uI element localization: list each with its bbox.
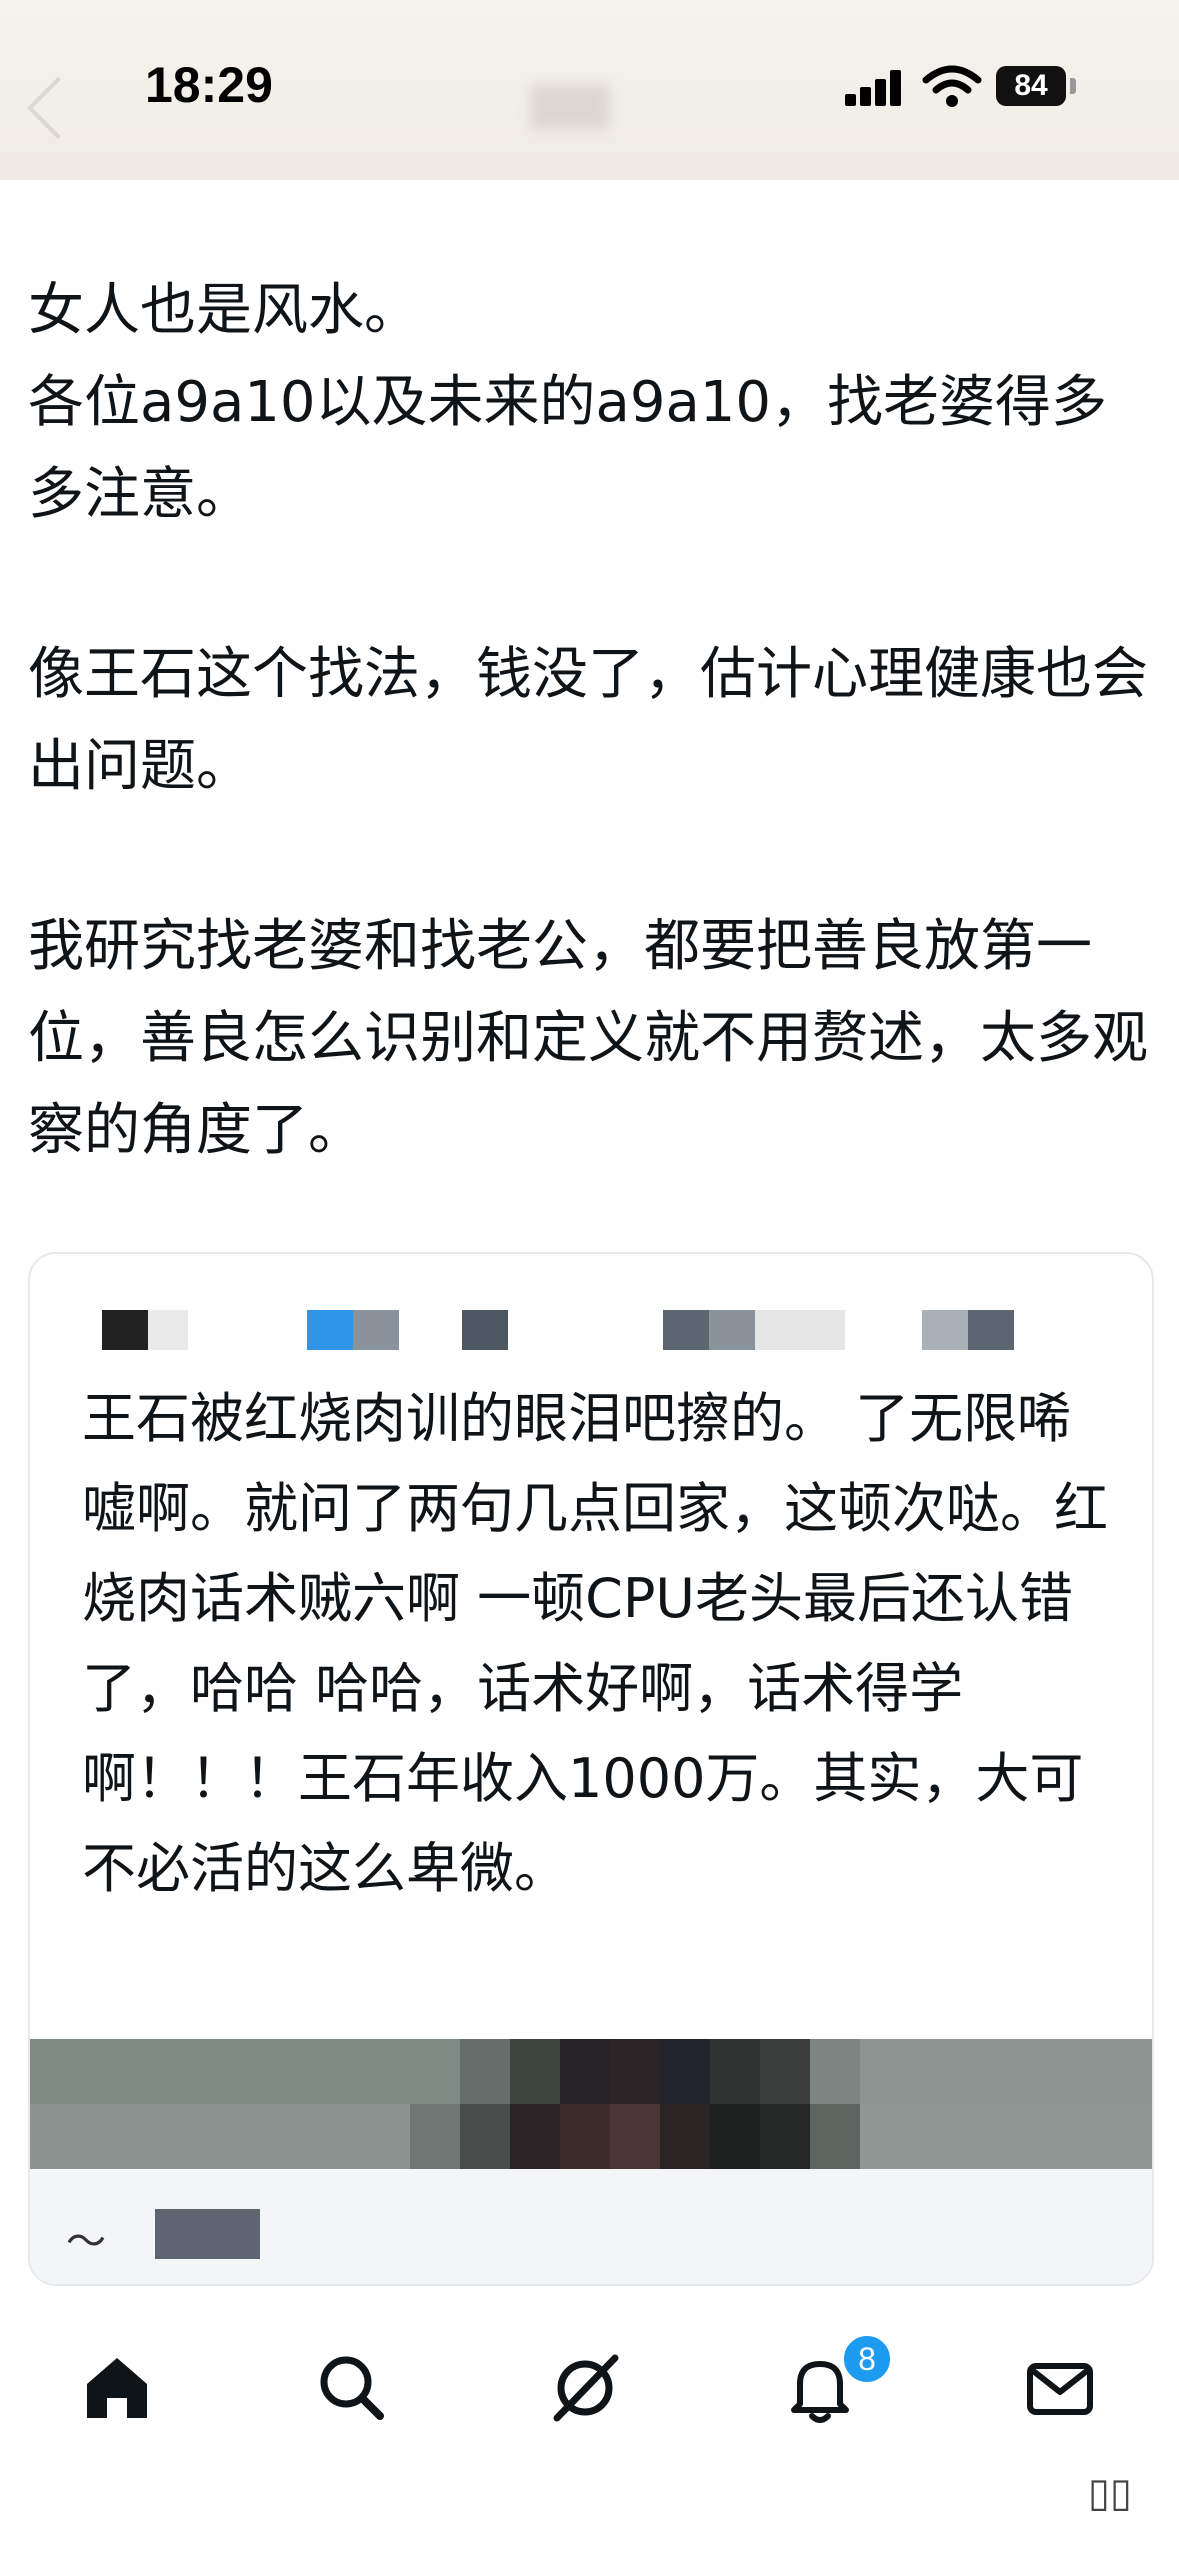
footer-blurred-block (155, 2209, 260, 2259)
post-paragraph: 女人也是风水。 (28, 278, 420, 343)
post-paragraph: 像王石这个找法，钱没了，估计心理健康也会出问题。 (28, 642, 1148, 799)
quoted-post-text: 王石被红烧肉训的眼泪吧擦的。 了无限唏嘘啊。就问了两句几点回家，这顿次哒。红烧肉… (82, 1374, 1122, 1914)
back-arrow-icon[interactable] (26, 76, 90, 140)
status-time: 18:29 (145, 57, 273, 113)
cellular-signal-icon (845, 70, 903, 106)
media-row (30, 2104, 1152, 2169)
search-icon[interactable] (312, 2348, 392, 2428)
status-bar: 18:29 84 (0, 0, 1179, 180)
mail-icon[interactable] (1020, 2348, 1100, 2428)
post-body: 女人也是风水。 各位a9a10以及未来的a9a10，找老婆得多多注意。 像王石这… (28, 265, 1158, 1177)
battery-level: 84 (1014, 69, 1048, 102)
post-paragraph: 我研究找老婆和找老公，都要把善良放第一位，善良怎么识别和定义就不用赘述，太多观察… (28, 914, 1148, 1163)
footer-mark: 〜 (66, 2219, 106, 2265)
post-paragraph: 各位a9a10以及未来的a9a10，找老婆得多多注意。 (28, 370, 1108, 527)
corner-watermark-icon: ▯▯ (1088, 2470, 1133, 2516)
app-screen: 18:29 84 女人也是风水。 各位a9a10以及未来的a9a10，找老婆得多… (0, 0, 1179, 2556)
quoted-post-footer: 〜 (30, 2169, 1152, 2284)
wifi-icon (922, 64, 982, 108)
notification-count-badge: 8 (840, 2332, 894, 2386)
media-row (30, 2039, 1152, 2104)
quoted-post-paragraph: 王石被红烧肉训的眼泪吧擦的。 了无限唏嘘啊。就问了两句几点回家，这顿次哒。红烧肉… (82, 1387, 1108, 1900)
quoted-post-media-blurred[interactable] (30, 2039, 1152, 2169)
quoted-post-author-blurred[interactable] (30, 1310, 1152, 1350)
battery-cap (1070, 78, 1076, 94)
blurred-header-title (530, 84, 610, 130)
quoted-post-card[interactable]: 王石被红烧肉训的眼泪吧擦的。 了无限唏嘘啊。就问了两句几点回家，这顿次哒。红烧肉… (28, 1252, 1154, 2286)
bottom-navigation: 8 (0, 2290, 1179, 2556)
battery-indicator: 84 (996, 66, 1066, 106)
home-icon[interactable] (77, 2348, 157, 2428)
grok-icon[interactable] (545, 2348, 625, 2428)
